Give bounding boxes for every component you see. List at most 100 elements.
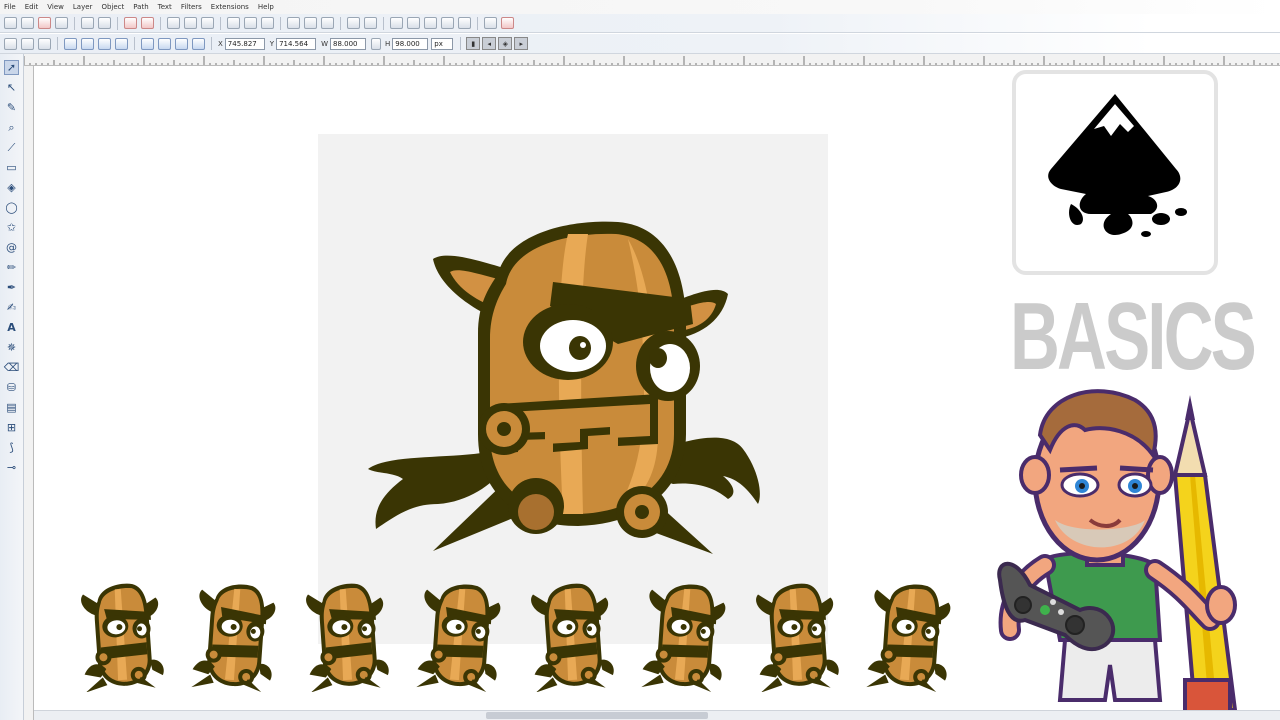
sprite-frame [190, 580, 277, 693]
rect-icon[interactable]: ▭ [4, 160, 19, 175]
menu-layer[interactable]: Layer [73, 3, 93, 11]
horizontal-scrollbar[interactable] [34, 710, 1280, 720]
menu-filters[interactable]: Filters [181, 3, 202, 11]
undo-icon[interactable] [124, 17, 137, 29]
menu-text[interactable]: Text [158, 3, 172, 11]
xml-editor-icon[interactable] [441, 17, 454, 29]
print-icon[interactable] [55, 17, 68, 29]
move-patterns-toggle[interactable]: ▸ [514, 37, 529, 50]
pencil-icon[interactable]: ✏ [4, 260, 19, 275]
inkscape-logo-icon [1048, 94, 1187, 237]
menu-bar: File Edit View Layer Object Path Text Fi… [0, 0, 1280, 14]
spiral-icon[interactable]: @ [4, 240, 19, 255]
menu-help[interactable]: Help [258, 3, 274, 11]
height-field[interactable]: 98.000 [392, 37, 429, 50]
paste-icon[interactable] [201, 17, 214, 29]
horizontal-ruler[interactable] [24, 54, 1280, 66]
ungroup-icon[interactable] [364, 17, 377, 29]
redo-icon[interactable] [141, 17, 154, 29]
scrollbar-thumb[interactable] [486, 712, 708, 719]
robot-character[interactable] [368, 221, 760, 554]
import-icon[interactable] [81, 17, 94, 29]
y-field[interactable]: 714.564 [276, 37, 317, 50]
dropper-icon[interactable]: ⟆ [4, 440, 19, 455]
sprite-frame [753, 580, 839, 693]
toolbar-divider [134, 37, 135, 50]
zoom-drawing-icon[interactable] [244, 17, 257, 29]
scale-corners-toggle[interactable]: ◂ [482, 37, 497, 50]
sprite-frame [303, 580, 389, 693]
toolbar-divider [117, 16, 118, 30]
clone-icon[interactable] [304, 17, 317, 29]
basics-title: BASICS [1010, 283, 1257, 390]
save-icon[interactable] [38, 17, 51, 29]
menu-object[interactable]: Object [101, 3, 124, 11]
lower-bottom-icon[interactable] [192, 37, 205, 50]
width-field[interactable]: 88.000 [330, 37, 366, 50]
scale-stroke-toggle[interactable]: ▮ [466, 37, 481, 50]
mesh-icon[interactable]: ⊞ [4, 420, 19, 435]
text-icon[interactable]: A [4, 320, 19, 335]
cut-icon[interactable] [184, 17, 197, 29]
sprite-frame [865, 580, 952, 693]
rotate-ccw-icon[interactable] [64, 37, 77, 50]
zoom-icon[interactable]: ⌕ [4, 120, 19, 135]
unlink-clone-icon[interactable] [321, 17, 334, 29]
commands-bar [0, 14, 1280, 33]
w-label: W [321, 39, 328, 48]
robot-drawing[interactable] [318, 134, 828, 644]
zoom-page-icon[interactable] [261, 17, 274, 29]
spray-icon[interactable]: ✵ [4, 340, 19, 355]
menu-view[interactable]: View [47, 3, 64, 11]
duplicate-icon[interactable] [287, 17, 300, 29]
document-properties-icon[interactable] [501, 17, 514, 29]
pen-icon[interactable]: ✒ [4, 280, 19, 295]
flip-horizontal-icon[interactable] [98, 37, 111, 50]
gradient-icon[interactable]: ▤ [4, 400, 19, 415]
eraser-icon[interactable]: ⌫ [4, 360, 20, 375]
connector-icon[interactable]: ⊸ [4, 460, 19, 475]
measure-icon[interactable]: ⟋ [4, 140, 19, 155]
tweak-icon[interactable]: ✎ [4, 100, 19, 115]
menu-path[interactable]: Path [133, 3, 148, 11]
star-icon[interactable]: ✩ [4, 220, 19, 235]
zoom-selection-icon[interactable] [227, 17, 240, 29]
document-page[interactable] [318, 134, 828, 644]
fill-stroke-icon[interactable] [390, 17, 403, 29]
select-all-icon[interactable] [4, 37, 17, 50]
new-document-icon[interactable] [4, 17, 17, 29]
toolbox: ➚ ↖ ✎ ⌕ ⟋ ▭ ◈ ◯ ✩ @ ✏ ✒ ✍ A ✵ ⌫ ⛁ ▤ ⊞ ⟆ … [0, 54, 24, 720]
group-icon[interactable] [347, 17, 360, 29]
deselect-icon[interactable] [38, 37, 51, 50]
select-all-layers-icon[interactable] [21, 37, 34, 50]
unit-select[interactable]: px [431, 37, 454, 50]
select-icon[interactable]: ➚ [4, 60, 19, 75]
lower-icon[interactable] [175, 37, 188, 50]
x-field[interactable]: 745.827 [224, 37, 265, 50]
preferences-icon[interactable] [484, 17, 497, 29]
export-icon[interactable] [98, 17, 111, 29]
align-icon[interactable] [458, 17, 471, 29]
ellipse-icon[interactable]: ◯ [4, 200, 19, 215]
menu-extensions[interactable]: Extensions [211, 3, 249, 11]
move-gradients-toggle[interactable]: ◈ [498, 37, 513, 50]
copy-icon[interactable] [167, 17, 180, 29]
layers-icon[interactable] [424, 17, 437, 29]
node-icon[interactable]: ↖ [4, 80, 19, 95]
toolbar-divider [74, 16, 75, 30]
toolbar-divider [211, 37, 212, 50]
3dbox-icon[interactable]: ◈ [4, 180, 19, 195]
bucket-icon[interactable]: ⛁ [4, 380, 19, 395]
lock-icon[interactable] [371, 37, 381, 50]
text-font-icon[interactable] [407, 17, 420, 29]
open-icon[interactable] [21, 17, 34, 29]
raise-icon[interactable] [158, 37, 171, 50]
menu-file[interactable]: File [4, 3, 16, 11]
menu-edit[interactable]: Edit [25, 3, 39, 11]
rotate-cw-icon[interactable] [81, 37, 94, 50]
vertical-ruler[interactable] [24, 66, 34, 720]
toolbar-divider [160, 16, 161, 30]
calligraphy-icon[interactable]: ✍ [4, 300, 19, 315]
flip-vertical-icon[interactable] [115, 37, 128, 50]
raise-top-icon[interactable] [141, 37, 154, 50]
